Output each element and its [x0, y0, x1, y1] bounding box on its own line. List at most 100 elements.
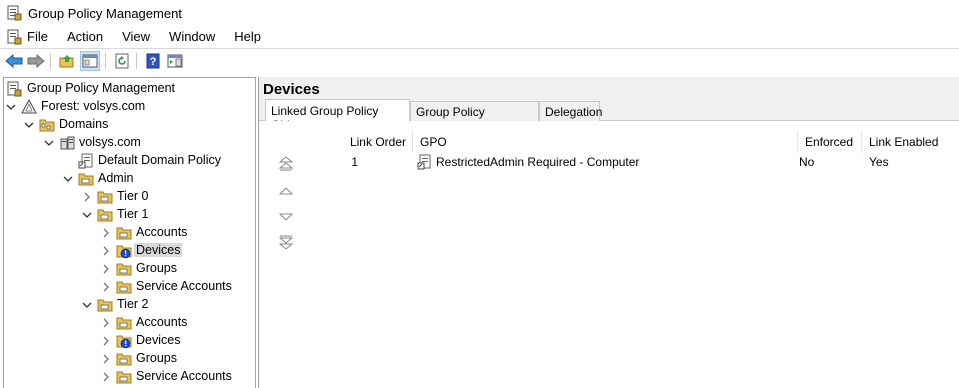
tree-item-label: Accounts — [136, 225, 188, 239]
forward-icon[interactable] — [26, 51, 46, 71]
folder-icon — [39, 117, 55, 133]
chevron-right-icon[interactable] — [101, 246, 111, 256]
chevron-down-icon[interactable] — [82, 300, 92, 310]
tree-item-service-accounts[interactable]: Service Accounts — [4, 278, 255, 296]
ou-icon — [97, 189, 113, 205]
gpo-link-icon — [78, 153, 94, 169]
tree-item-tier-1[interactable]: Tier 1 — [4, 206, 255, 224]
tree-item-groups[interactable]: Groups — [4, 350, 255, 368]
action-pane-icon[interactable] — [165, 51, 185, 71]
tree-item-label: volsys.com — [79, 135, 141, 149]
tree-item-label: Tier 2 — [117, 297, 149, 311]
tree-item-label: Admin — [98, 171, 134, 185]
gpo-icon — [417, 154, 433, 173]
pane-title: Devices — [263, 81, 320, 98]
menu-bar: File Action View Window Help — [0, 26, 959, 47]
chevron-down-icon[interactable] — [44, 138, 54, 148]
tree-item-label: Service Accounts — [136, 369, 232, 383]
tree-item-label: Devices — [136, 333, 181, 347]
tree-item-devices[interactable]: Devices — [4, 242, 255, 260]
help-icon[interactable]: ? — [143, 51, 163, 71]
tree-item-label: Groups — [136, 351, 177, 365]
move-to-bottom-icon[interactable] — [278, 235, 294, 251]
column-link-order[interactable]: Link Order — [305, 131, 413, 153]
menu-file[interactable]: File — [27, 29, 48, 44]
tree-item-accounts[interactable]: Accounts — [4, 314, 255, 332]
ou-icon — [116, 351, 132, 367]
chevron-down-icon[interactable] — [82, 210, 92, 220]
tree-item-group-policy-management[interactable]: Group Policy Management — [4, 80, 255, 98]
tab-content: Link Order GPO Enforced Link Enabled 1 R… — [259, 121, 959, 388]
console-tree: Group Policy Management Forest: volsys.co… — [3, 77, 256, 388]
tree-item-forest-volsys-com[interactable]: Forest: volsys.com — [4, 98, 255, 116]
tree-item-volsys-com[interactable]: volsys.com — [4, 134, 255, 152]
tab-strip: Linked Group Policy Objects Group Policy… — [259, 99, 959, 133]
chevron-right-icon[interactable] — [101, 228, 111, 238]
tree-item-tier-0[interactable]: Tier 0 — [4, 188, 255, 206]
tab-gp-inheritance[interactable]: Group Policy Inheritance — [410, 101, 539, 133]
show-hide-tree-icon[interactable] — [80, 51, 100, 71]
chevron-right-icon[interactable] — [101, 336, 111, 346]
gpm-app-icon — [6, 5, 22, 24]
tree-item-default-domain-policy[interactable]: Default Domain Policy — [4, 152, 255, 170]
column-gpo[interactable]: GPO — [413, 131, 798, 153]
chevron-down-icon[interactable] — [6, 102, 16, 112]
refresh-icon[interactable] — [112, 51, 132, 71]
chevron-right-icon[interactable] — [101, 372, 111, 382]
chevron-right-icon[interactable] — [101, 318, 111, 328]
ou-warning-icon — [116, 243, 132, 259]
cell-link-enabled: Yes — [869, 155, 889, 169]
back-icon[interactable] — [4, 51, 24, 71]
menu-window[interactable]: Window — [169, 29, 215, 44]
table-row[interactable]: 1 RestrictedAdmin Required - Computer No… — [305, 153, 959, 173]
tree-item-label: Group Policy Management — [27, 81, 175, 95]
tree-item-label: Domains — [59, 117, 109, 131]
tree-item-domains[interactable]: Domains — [4, 116, 255, 134]
tree-item-devices[interactable]: Devices — [4, 332, 255, 350]
tree-item-tier-2[interactable]: Tier 2 — [4, 296, 255, 314]
tree-item-label: Accounts — [136, 315, 188, 329]
forest-icon — [21, 98, 37, 115]
tree-item-label: Devices — [134, 243, 183, 257]
chevron-right-icon[interactable] — [82, 192, 92, 202]
tree-item-label: Forest: volsys.com — [41, 99, 146, 113]
menu-action[interactable]: Action — [67, 29, 103, 44]
tree-item-accounts[interactable]: Accounts — [4, 224, 255, 242]
gpm-icon — [6, 81, 22, 97]
details-pane: Devices Linked Group Policy Objects Grou… — [258, 77, 959, 388]
cell-enforced: No — [799, 155, 815, 169]
ou-icon — [116, 279, 132, 295]
title-bar: Group Policy Management — [0, 0, 959, 26]
chevron-right-icon[interactable] — [101, 282, 111, 292]
toolbar-separator — [105, 53, 106, 69]
up-folder-icon[interactable] — [57, 51, 77, 71]
tree-item-admin[interactable]: Admin — [4, 170, 255, 188]
system-menu-icon[interactable] — [6, 29, 22, 48]
move-to-top-icon[interactable] — [278, 155, 294, 171]
chevron-right-icon[interactable] — [101, 264, 111, 274]
linked-gpo-table: Link Order GPO Enforced Link Enabled 1 R… — [305, 131, 959, 388]
tab-linked-gpos[interactable]: Linked Group Policy Objects — [265, 99, 410, 132]
cell-link-order: 1 — [351, 155, 358, 169]
toolbar-separator — [50, 53, 51, 69]
chevron-right-icon[interactable] — [101, 354, 111, 364]
column-link-enabled[interactable]: Link Enabled — [862, 131, 959, 153]
move-down-icon[interactable] — [278, 209, 294, 225]
cell-gpo-name: RestrictedAdmin Required - Computer — [436, 155, 640, 169]
menu-view[interactable]: View — [122, 29, 150, 44]
tree-item-label: Service Accounts — [136, 279, 232, 293]
column-enforced[interactable]: Enforced — [798, 131, 862, 153]
ou-icon — [116, 315, 132, 331]
chevron-down-icon[interactable] — [24, 120, 34, 130]
pane-header: Devices — [259, 77, 959, 101]
tree-item-service-accounts[interactable]: Service Accounts — [4, 368, 255, 386]
svg-text:?: ? — [150, 56, 157, 68]
tab-delegation[interactable]: Delegation — [539, 101, 602, 121]
ou-icon — [78, 171, 94, 187]
move-up-icon[interactable] — [278, 183, 294, 199]
chevron-down-icon[interactable] — [63, 174, 73, 184]
tree-item-groups[interactable]: Groups — [4, 260, 255, 278]
tree-item-label: Default Domain Policy — [98, 153, 221, 167]
menu-help[interactable]: Help — [234, 29, 261, 44]
tree-item-label: Tier 0 — [117, 189, 149, 203]
